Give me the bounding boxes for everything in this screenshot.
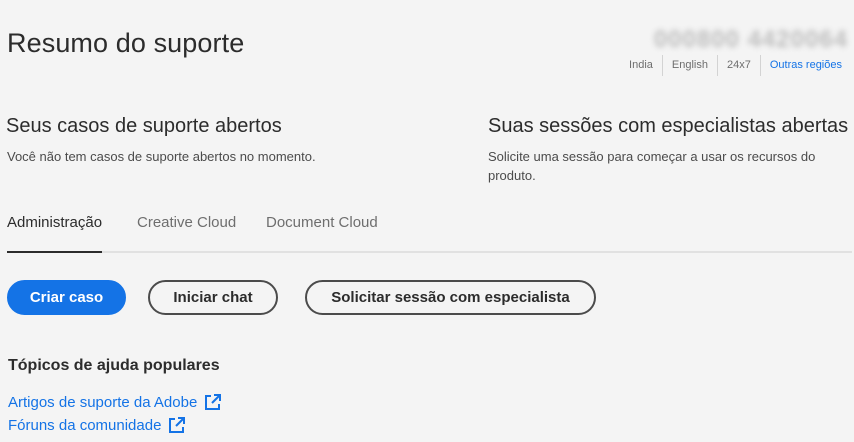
tab-label: Document Cloud bbox=[266, 214, 378, 231]
community-forums-link[interactable]: Fóruns da comunidade bbox=[8, 416, 186, 434]
region-availability: 24x7 bbox=[718, 55, 761, 76]
popular-help-topics-title: Tópicos de ajuda populares bbox=[8, 357, 220, 374]
start-chat-button[interactable]: Iniciar chat bbox=[148, 280, 278, 315]
open-cases-title: Seus casos de suporte abertos bbox=[6, 115, 282, 137]
adobe-support-articles-link[interactable]: Artigos de suporte da Adobe bbox=[8, 393, 222, 411]
tab-administracao[interactable]: Administração bbox=[7, 214, 102, 231]
product-tabs: Administração Creative Cloud Document Cl… bbox=[7, 205, 852, 253]
other-regions-link[interactable]: Outras regiões bbox=[761, 55, 842, 76]
link-label: Fóruns da comunidade bbox=[8, 416, 162, 434]
tab-document-cloud[interactable]: Document Cloud bbox=[266, 214, 378, 231]
expert-sessions-text-line2: produto. bbox=[488, 168, 536, 183]
external-link-icon bbox=[204, 393, 222, 411]
open-cases-text: Você não tem casos de suporte abertos no… bbox=[7, 149, 316, 164]
create-case-button[interactable]: Criar caso bbox=[7, 280, 126, 315]
tab-creative-cloud[interactable]: Creative Cloud bbox=[137, 214, 236, 231]
region-bar: India English 24x7 Outras regiões bbox=[629, 55, 842, 76]
support-phone-number: 000800 4420064 bbox=[653, 26, 848, 53]
page-title: Resumo do suporte bbox=[7, 28, 245, 58]
tab-label: Creative Cloud bbox=[137, 214, 237, 231]
region-language: English bbox=[663, 55, 718, 76]
external-link-icon bbox=[168, 416, 186, 434]
expert-sessions-title: Suas sessões com especialistas abertas bbox=[488, 115, 849, 137]
support-summary-page: Resumo do suporte 000800 4420064 India E… bbox=[0, 0, 854, 442]
tab-label: Administração bbox=[7, 214, 103, 231]
expert-sessions-text-line1: Solicite uma sessão para começar a usar … bbox=[488, 149, 816, 164]
link-label: Artigos de suporte da Adobe bbox=[8, 393, 198, 411]
request-expert-session-button[interactable]: Solicitar sessão com especialista bbox=[305, 280, 596, 315]
active-tab-indicator bbox=[7, 251, 102, 253]
region-country: India bbox=[629, 55, 663, 76]
